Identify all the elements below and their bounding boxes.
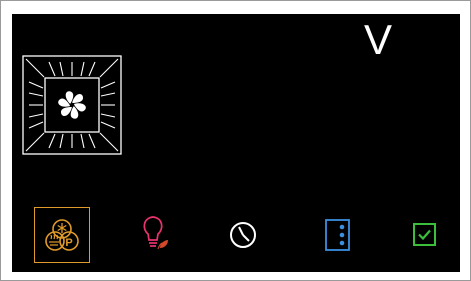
functions-selector-icon: P: [35, 208, 89, 262]
checkmark-icon: [397, 207, 453, 263]
clock-icon: [214, 207, 270, 263]
confirm-button[interactable]: [397, 207, 453, 263]
svg-text:P: P: [65, 237, 72, 249]
more-options-icon: [312, 207, 368, 263]
light-button[interactable]: [128, 207, 184, 263]
options-button[interactable]: [312, 207, 368, 263]
functions-button[interactable]: P: [34, 207, 90, 263]
oven-fan-icon: [21, 54, 123, 156]
control-panel-frame: V P: [0, 0, 471, 281]
oven-light-icon: [128, 207, 184, 263]
oven-display-screen: V P: [12, 14, 460, 272]
mode-indicator: V: [363, 16, 392, 63]
timer-button[interactable]: [214, 207, 270, 263]
